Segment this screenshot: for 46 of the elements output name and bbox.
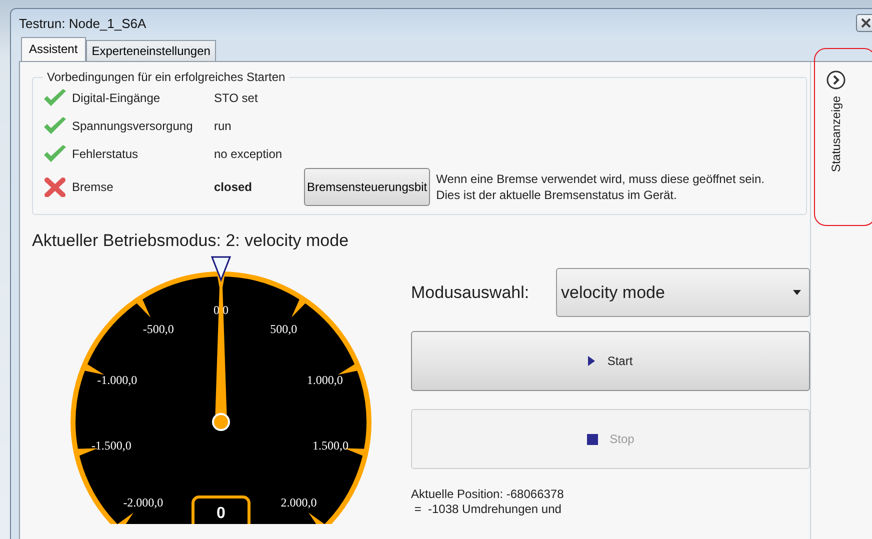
note-text: Wenn eine Bremse verwendet wird, muss diese geöffnet sein.: [436, 171, 764, 187]
mode-heading: Aktueller Betriebsmodus: 2: velocity mode: [32, 231, 350, 251]
status-panel-label: Statusanzeige: [828, 96, 842, 172]
play-icon: [588, 356, 596, 366]
gauge-value-box: [192, 496, 250, 524]
brake-control-button[interactable]: Bremsensteuerungsbit: [304, 168, 430, 206]
gauge-tick: [134, 297, 151, 318]
stop-icon: [586, 434, 598, 444]
condition-label: Digital-Eingänge: [72, 91, 162, 105]
gauge-label: -1.500,0: [91, 438, 132, 452]
start-button[interactable]: Start: [411, 331, 810, 391]
group-title: Vorbedingungen für ein erfolgreiches Starten: [46, 70, 286, 84]
gauge-tick: [338, 362, 360, 375]
pointer-marker-icon: [210, 256, 232, 282]
tab[interactable]: Assistent: [21, 37, 86, 61]
gauge-tick: [291, 297, 308, 318]
note-text: Dies ist der aktuelle Bremsenstatus im Gerät.: [436, 187, 678, 203]
chevron-circle-icon: [826, 70, 846, 90]
condition-value: no exception: [214, 147, 284, 161]
gauge-label: -500,0: [142, 322, 174, 336]
condition-label: Bremse: [72, 180, 114, 194]
gauge-label: 500,0: [270, 322, 298, 336]
mode-select-label: Modusauswahl:: [411, 282, 530, 302]
gauge-label: 1.000,0: [306, 373, 343, 388]
status-side-panel[interactable]: Statusanzeige: [810, 62, 860, 539]
gauge-value: 0: [216, 505, 226, 522]
gauge-tick: [82, 362, 104, 375]
condition-label: Fehlerstatus: [72, 147, 140, 161]
position-text: = -1038 Umdrehungen und: [413, 502, 562, 517]
gauge-tick: [115, 512, 134, 524]
condition-value: run: [214, 119, 232, 133]
gauge-label: 1.500,0: [312, 438, 349, 452]
condition-label: Spannungsversorgung: [72, 119, 194, 133]
condition-value: closed: [214, 180, 254, 194]
gauge-tick: [308, 512, 327, 524]
window-title: Testrun: Node_1_S6A: [19, 16, 146, 30]
mode-dropdown[interactable]: velocity mode: [556, 268, 810, 317]
close-button[interactable]: [856, 14, 872, 32]
tab[interactable]: Experteneinstellungen: [86, 40, 216, 61]
gauge-label: -1.000,0: [97, 373, 138, 388]
condition-value: STO set: [214, 91, 259, 105]
gauge-label: 2.000,0: [280, 496, 317, 510]
gauge-label: -2.000,0: [123, 496, 164, 510]
close-icon: [860, 18, 870, 28]
dropdown-caret-icon: [793, 290, 801, 295]
position-text: Aktuelle Position: -68066378: [411, 487, 565, 502]
